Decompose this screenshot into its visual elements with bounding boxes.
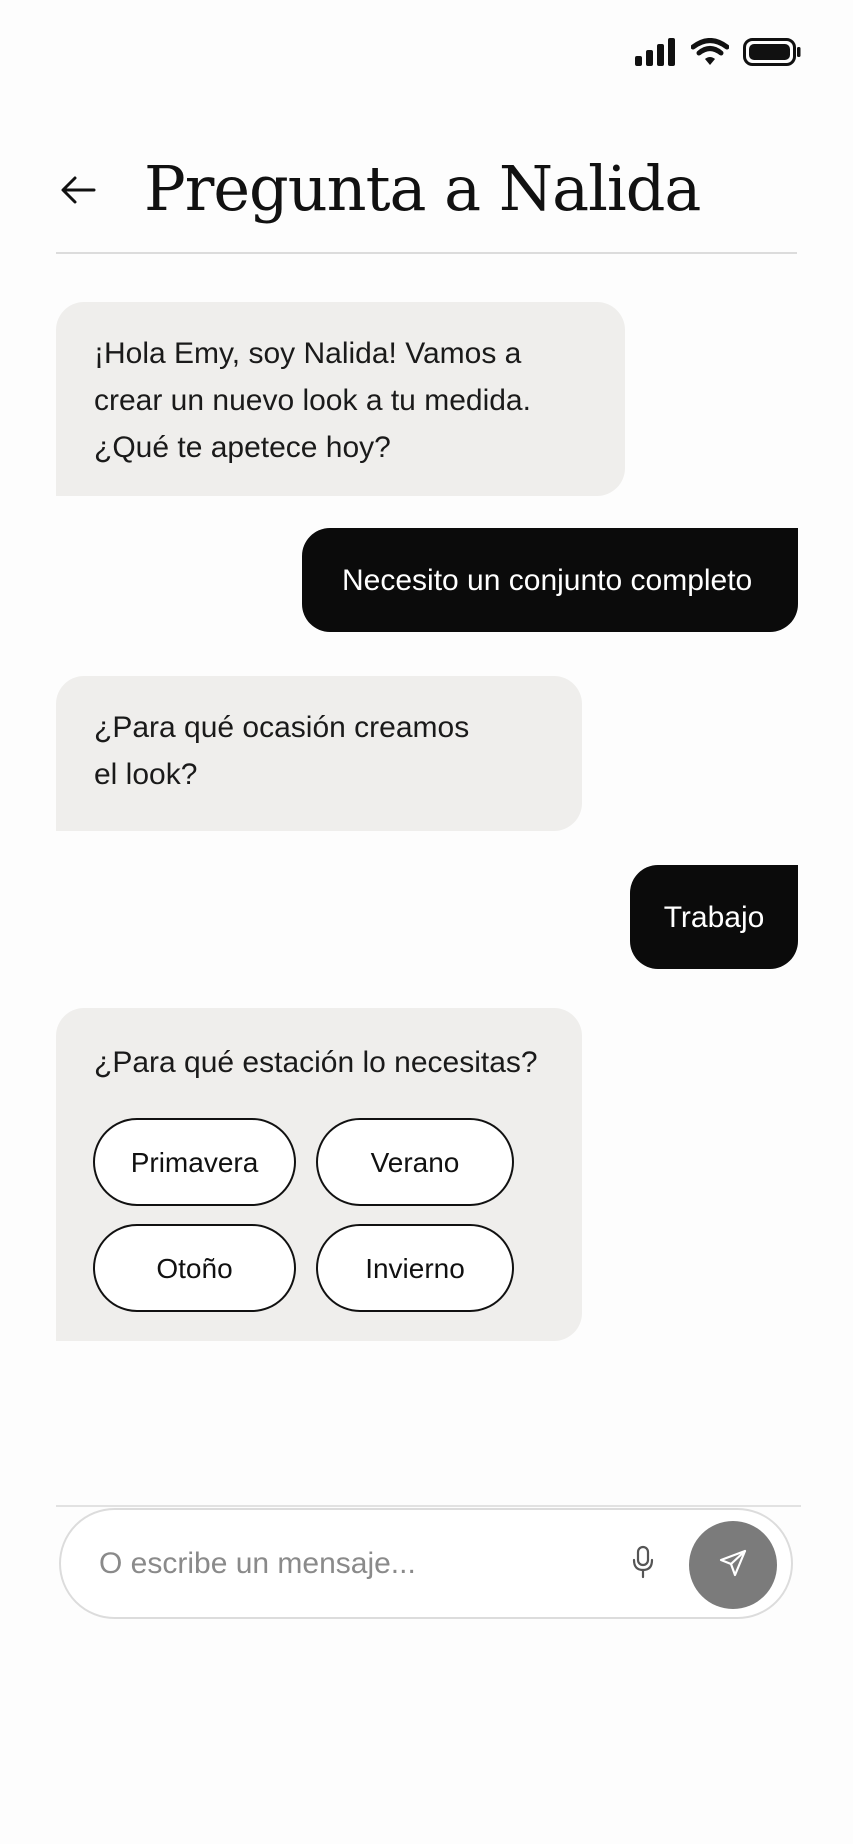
option-primavera-button[interactable]: Primavera (93, 1118, 296, 1206)
user-message: Necesito un conjunto completo (302, 528, 798, 632)
message-text: Necesito un conjunto completo (342, 563, 753, 597)
battery-icon (743, 38, 801, 66)
assistant-message: ¿Para qué ocasión creamos el look? (56, 676, 582, 831)
option-verano-button[interactable]: Verano (316, 1118, 514, 1206)
message-text: Trabajo (663, 900, 765, 934)
season-options: Primavera Verano Otoño Invierno (93, 1118, 514, 1312)
send-icon (718, 1548, 748, 1583)
microphone-icon (631, 1545, 655, 1584)
back-button[interactable] (56, 170, 100, 214)
chat-screen: Pregunta a Nalida ¡Hola Emy, soy Nalida!… (0, 0, 853, 1844)
message-line: ¡Hola Emy, soy Nalida! Vamos a (94, 337, 522, 370)
wifi-icon (691, 38, 729, 66)
option-invierno-button[interactable]: Invierno (316, 1224, 514, 1312)
message-text: ¿Para qué estación lo necesitas? (94, 1046, 538, 1079)
message-line: ¿Qué te apetece hoy? (94, 431, 391, 464)
message-line: el look? (94, 758, 198, 791)
header: Pregunta a Nalida (56, 150, 797, 254)
message-composer (59, 1508, 793, 1619)
assistant-message: ¡Hola Emy, soy Nalida! Vamos a crear un … (56, 302, 625, 496)
message-line: ¿Para qué ocasión creamos (94, 711, 470, 744)
assistant-message-options: ¿Para qué estación lo necesitas? Primave… (56, 1008, 582, 1341)
option-otono-button[interactable]: Otoño (93, 1224, 296, 1312)
user-message: Trabajo (630, 865, 798, 969)
page-title: Pregunta a Nalida (144, 152, 701, 225)
message-input[interactable] (99, 1538, 539, 1590)
microphone-button[interactable] (621, 1542, 665, 1586)
message-line: crear un nuevo look a tu medida. (94, 384, 531, 417)
signal-icon (635, 38, 677, 66)
composer-divider (56, 1505, 801, 1507)
send-button[interactable] (689, 1521, 777, 1609)
status-bar (635, 38, 801, 66)
arrow-left-icon (60, 175, 96, 210)
